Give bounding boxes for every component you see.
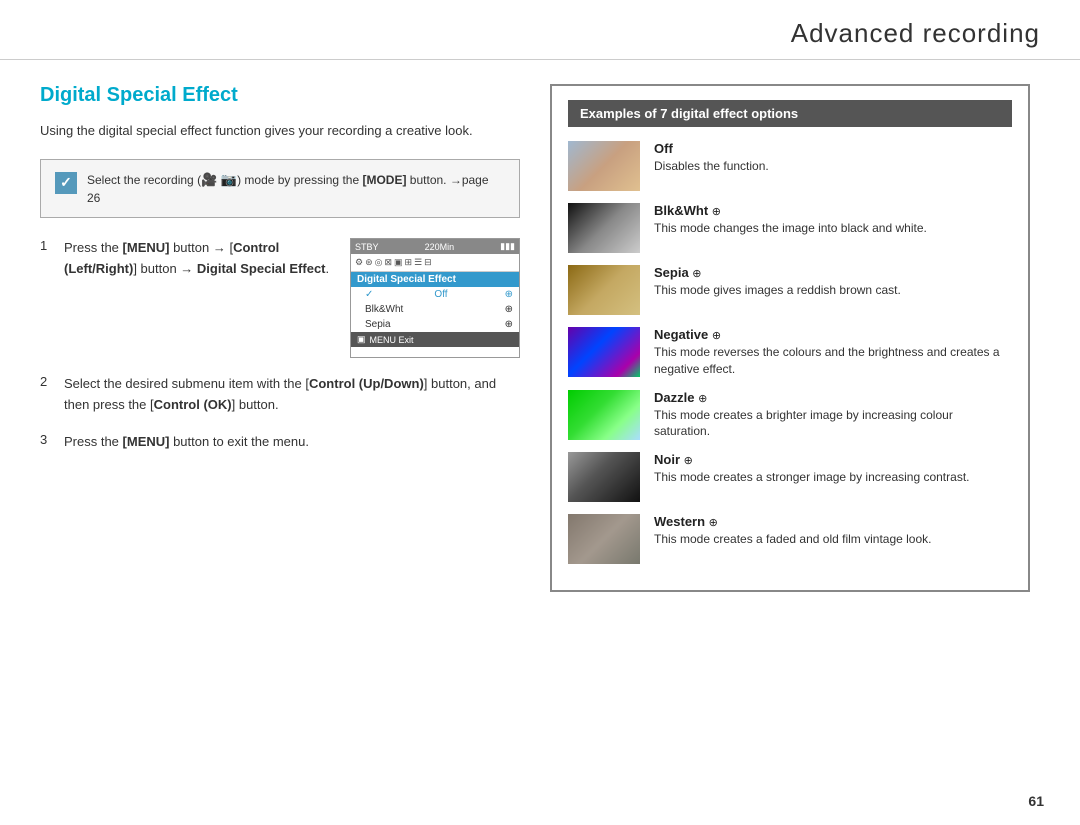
- examples-box: Examples of 7 digital effect options Off…: [550, 84, 1030, 592]
- step-1: 1 Press the [MENU] button → [Control (Le…: [40, 238, 520, 358]
- effect-info-noir: Noir ⊕ This mode creates a stronger imag…: [654, 452, 1012, 486]
- left-column: Digital Special Effect Using the digital…: [40, 84, 520, 800]
- effect-dazzle: Dazzle ⊕ This mode creates a brighter im…: [568, 390, 1012, 441]
- cam-stby: STBY: [355, 242, 379, 252]
- effect-title-dazzle: Dazzle ⊕: [654, 390, 1012, 405]
- content-area: Digital Special Effect Using the digital…: [0, 60, 1080, 820]
- effect-thumb-noir: [568, 452, 640, 502]
- step-3-number: 3: [40, 432, 54, 447]
- step-3-text: Press the [MENU] button to exit the menu…: [64, 432, 520, 453]
- effect-info-off: Off Disables the function.: [654, 141, 1012, 175]
- effect-info-negative: Negative ⊕ This mode reverses the colour…: [654, 327, 1012, 378]
- effect-info-dazzle: Dazzle ⊕ This mode creates a brighter im…: [654, 390, 1012, 441]
- effect-sepia: Sepia ⊕ This mode gives images a reddish…: [568, 265, 1012, 315]
- cam-top-bar: STBY 220Min ▮▮▮: [351, 239, 519, 254]
- effect-desc-western: This mode creates a faded and old film v…: [654, 531, 1012, 548]
- step-2-number: 2: [40, 374, 54, 389]
- page-title: Advanced recording: [40, 18, 1040, 49]
- effect-desc-dazzle: This mode creates a brighter image by in…: [654, 407, 1012, 441]
- page-header: Advanced recording: [0, 0, 1080, 60]
- cam-icon-row: ⚙ ⊛ ◎ ⊠ ▣ ⊞ ☰ ⊟: [351, 254, 519, 272]
- step-3: 3 Press the [MENU] button to exit the me…: [40, 432, 520, 453]
- cam-menu-item-bw: Blk&Wht ⊕: [351, 302, 519, 317]
- effect-desc-bw: This mode changes the image into black a…: [654, 220, 1012, 237]
- effect-info-western: Western ⊕ This mode creates a faded and …: [654, 514, 1012, 548]
- effect-negative: Negative ⊕ This mode reverses the colour…: [568, 327, 1012, 378]
- cam-bottom-bar: ▣ MENU Exit: [351, 332, 519, 347]
- effect-bw: Blk&Wht ⊕ This mode changes the image in…: [568, 203, 1012, 253]
- effect-western: Western ⊕ This mode creates a faded and …: [568, 514, 1012, 564]
- note-box: ✓ Select the recording (🎥 📷) mode by pre…: [40, 159, 520, 219]
- effect-desc-negative: This mode reverses the colours and the b…: [654, 344, 1012, 378]
- effect-info-sepia: Sepia ⊕ This mode gives images a reddish…: [654, 265, 1012, 299]
- intro-text: Using the digital special effect functio…: [40, 121, 520, 141]
- effect-thumb-bw: [568, 203, 640, 253]
- effect-thumb-off: [568, 141, 640, 191]
- effect-info-bw: Blk&Wht ⊕ This mode changes the image in…: [654, 203, 1012, 237]
- effect-title-off: Off: [654, 141, 1012, 156]
- cam-menu-item-sepia: Sepia ⊕: [351, 317, 519, 332]
- step-2-text: Select the desired submenu item with the…: [64, 374, 520, 416]
- step-1-text: Press the [MENU] button → [Control (Left…: [64, 238, 336, 280]
- note-icon: ✓: [55, 172, 77, 194]
- effect-title-negative: Negative ⊕: [654, 327, 1012, 342]
- effect-desc-sepia: This mode gives images a reddish brown c…: [654, 282, 1012, 299]
- effect-thumb-western: [568, 514, 640, 564]
- effect-desc-off: Disables the function.: [654, 158, 1012, 175]
- steps-list: 1 Press the [MENU] button → [Control (Le…: [40, 238, 520, 452]
- cam-menu-item-off: Off ⊕: [351, 287, 519, 302]
- step-1-content: Press the [MENU] button → [Control (Left…: [64, 238, 520, 358]
- effect-title-western: Western ⊕: [654, 514, 1012, 529]
- cam-exit-label: MENU Exit: [370, 335, 414, 345]
- cam-time: 220Min: [425, 242, 455, 252]
- effect-thumb-negative: [568, 327, 640, 377]
- right-column: Examples of 7 digital effect options Off…: [550, 84, 1030, 800]
- effect-thumb-sepia: [568, 265, 640, 315]
- effect-off: Off Disables the function.: [568, 141, 1012, 191]
- page-number: 61: [1028, 793, 1044, 809]
- step-2: 2 Select the desired submenu item with t…: [40, 374, 520, 416]
- effect-noir: Noir ⊕ This mode creates a stronger imag…: [568, 452, 1012, 502]
- cam-menu-header: Digital Special Effect: [351, 272, 519, 287]
- camera-screen-mockup: STBY 220Min ▮▮▮ ⚙ ⊛ ◎ ⊠ ▣ ⊞ ☰ ⊟: [350, 238, 520, 358]
- effect-thumb-dazzle: [568, 390, 640, 440]
- effect-title-sepia: Sepia ⊕: [654, 265, 1012, 280]
- section-title: Digital Special Effect: [40, 84, 520, 107]
- note-text: Select the recording (🎥 📷) mode by press…: [87, 170, 505, 208]
- effect-desc-noir: This mode creates a stronger image by in…: [654, 469, 1012, 486]
- effect-title-bw: Blk&Wht ⊕: [654, 203, 1012, 218]
- step-1-number: 1: [40, 238, 54, 253]
- examples-header: Examples of 7 digital effect options: [568, 100, 1012, 127]
- effect-title-noir: Noir ⊕: [654, 452, 1012, 467]
